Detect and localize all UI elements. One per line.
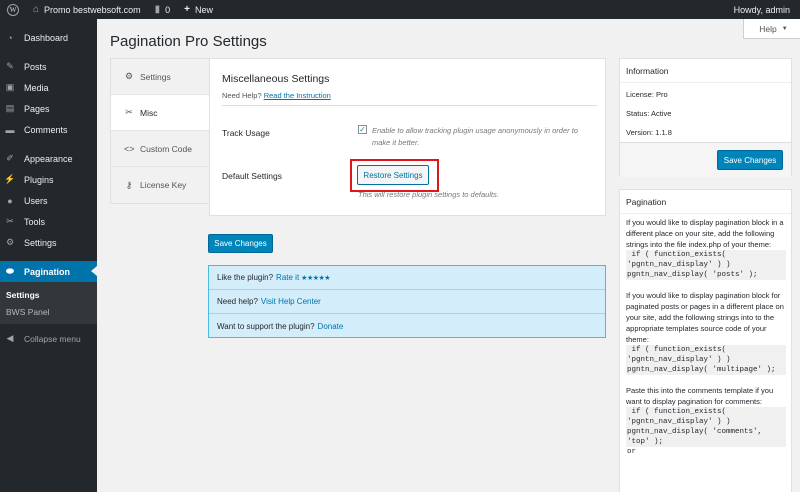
sidebar-item-comments[interactable]: ▬ Comments	[0, 119, 97, 140]
help-paragraph: Paste this into the comments template if…	[626, 386, 774, 406]
new-content-link[interactable]: + New	[177, 0, 220, 19]
code-snippet: if ( function_exists(	[626, 250, 786, 260]
pagination-submenu: Settings BWS Panel	[0, 282, 97, 324]
pagination-icon: ⬬	[6, 266, 14, 276]
code-snippet: pgntn_nav_display( 'comments',	[626, 427, 786, 437]
admin-bar: W ⌂ Promo bestwebsoft.com ▮ 0 + New Howd…	[0, 0, 800, 19]
code-snippet: or	[627, 448, 637, 456]
version-info: Version: 1.1.8	[626, 128, 672, 137]
plugin-notice-box: Like the plugin? Rate it ★★★★★ Need help…	[208, 265, 606, 338]
rate-plugin-row: Like the plugin? Rate it ★★★★★	[209, 266, 605, 290]
dashboard-icon: ◔	[7, 32, 13, 43]
checkmark-icon: ✓	[359, 124, 366, 134]
collapse-icon: ◀	[6, 333, 14, 343]
howdy-account-link[interactable]: Howdy, admin	[727, 0, 800, 19]
restore-settings-button[interactable]: Restore Settings	[357, 165, 429, 185]
sidebar-item-dashboard[interactable]: ◔ Dashboard	[0, 27, 97, 48]
sidebar-item-pagination[interactable]: ⬬ Pagination	[0, 261, 97, 282]
track-usage-checkbox[interactable]: ✓	[358, 125, 367, 134]
brush-icon: ✐	[6, 153, 14, 163]
track-usage-label: Track Usage	[222, 128, 270, 138]
collapse-menu-button[interactable]: ◀ Collapse menu	[0, 328, 97, 349]
home-icon: ⌂	[33, 4, 40, 15]
donate-link[interactable]: Donate	[318, 322, 344, 331]
restore-description: This will restore plugin settings to def…	[358, 190, 499, 199]
save-changes-button[interactable]: Save Changes	[208, 234, 273, 253]
code-snippet: 'pgntn_nav_display' ) )	[626, 355, 786, 365]
comment-icon: ▬	[5, 124, 15, 135]
pagination-help-content: If you would like to display pagination …	[626, 217, 786, 457]
caret-down-icon: ▼	[781, 25, 788, 32]
donate-row: Want to support the plugin? Donate	[217, 321, 344, 331]
tab-license-key[interactable]: ⚷ License Key	[111, 167, 209, 203]
read-instruction-link[interactable]: Read the Instruction	[264, 91, 331, 100]
comments-link[interactable]: ▮ 0	[148, 0, 178, 19]
pages-icon: ▤	[5, 103, 15, 113]
need-help-line: Need Help? Read the Instruction	[222, 91, 331, 100]
help-paragraph: If you would like to display pagination …	[626, 218, 784, 249]
default-settings-label: Default Settings	[222, 171, 283, 181]
key-icon: ⚷	[125, 179, 133, 190]
sidebar-item-pages[interactable]: ▤ Pages	[0, 98, 97, 119]
information-title: Information	[626, 66, 669, 76]
plus-icon: +	[184, 4, 190, 15]
panel-divider	[222, 105, 597, 106]
pagination-box-title: Pagination	[626, 197, 667, 207]
code-snippet: 'pgntn_nav_display' ) )	[626, 417, 786, 427]
pin-icon: ✎	[6, 61, 14, 71]
help-center-link[interactable]: Visit Help Center	[261, 297, 321, 306]
code-snippet: if ( function_exists(	[626, 345, 786, 355]
code-snippet: 'pgntn_nav_display' ) )	[626, 260, 786, 270]
admin-sidebar: ◔ Dashboard ✎ Posts ▣ Media ▤ Pages ▬ Comment…	[0, 19, 97, 492]
misc-settings-panel: Miscellaneous Settings Need Help? Read t…	[209, 58, 606, 216]
help-paragraph: If you would like to display pagination …	[626, 291, 784, 344]
plug-icon: ⚡	[4, 174, 16, 184]
wp-logo-button[interactable]: W	[0, 0, 26, 19]
comment-bubble-icon: ▮	[154, 4, 161, 15]
tab-misc[interactable]: ✂ Misc	[111, 95, 210, 131]
tab-custom-code[interactable]: <> Custom Code	[111, 131, 209, 167]
tab-settings[interactable]: ⚙ Settings	[111, 59, 209, 95]
wrench-icon: ✂	[6, 216, 14, 226]
help-tab-button[interactable]: Help ▼	[743, 19, 800, 39]
code-snippet: pgntn_nav_display( 'multipage' );	[626, 365, 786, 375]
sidebar-item-tools[interactable]: ✂ Tools	[0, 211, 97, 232]
user-icon: ●	[7, 195, 13, 206]
code-snippet: 'top' );	[626, 437, 786, 447]
gear-icon: ⚙	[124, 71, 134, 81]
settings-tabs: ⚙ Settings ✂ Misc <> Custom Code ⚷ License K…	[110, 58, 210, 204]
code-icon: <>	[124, 143, 135, 154]
site-name-link[interactable]: ⌂ Promo bestwebsoft.com	[26, 0, 148, 19]
star-rating-icon[interactable]: ★★★★★	[301, 274, 330, 282]
wrench-icon: ✂	[125, 107, 133, 117]
panel-title: Miscellaneous Settings	[222, 73, 330, 85]
rate-it-link[interactable]: Rate it	[276, 273, 299, 282]
help-center-row: Need help? Visit Help Center	[209, 290, 605, 314]
code-snippet: pgntn_nav_display( 'posts' );	[626, 270, 786, 280]
page-title: Pagination Pro Settings	[110, 33, 267, 50]
media-icon: ▣	[5, 82, 15, 92]
sidebar-item-posts[interactable]: ✎ Posts	[0, 56, 97, 77]
status-info: Status: Active	[626, 109, 672, 118]
track-usage-description: Enable to allow tracking plugin usage an…	[372, 126, 578, 147]
license-info: License: Pro	[626, 90, 668, 99]
submenu-item-settings[interactable]: Settings	[0, 286, 97, 303]
sidebar-save-changes-button[interactable]: Save Changes	[717, 150, 783, 170]
sidebar-item-settings[interactable]: ⚙ Settings	[0, 232, 97, 253]
information-box: Information License: Pro Status: Active …	[619, 58, 792, 177]
sidebar-item-media[interactable]: ▣ Media	[0, 77, 97, 98]
code-snippet: if ( function_exists(	[626, 407, 786, 417]
settings-icon: ⚙	[5, 237, 15, 247]
submenu-item-bws-panel[interactable]: BWS Panel	[0, 303, 97, 320]
sidebar-item-plugins[interactable]: ⚡ Plugins	[0, 169, 97, 190]
wordpress-icon: W	[7, 3, 19, 16]
sidebar-item-users[interactable]: ● Users	[0, 190, 97, 211]
sidebar-item-appearance[interactable]: ✐ Appearance	[0, 148, 97, 169]
pagination-help-box: Pagination If you would like to display …	[619, 189, 792, 492]
